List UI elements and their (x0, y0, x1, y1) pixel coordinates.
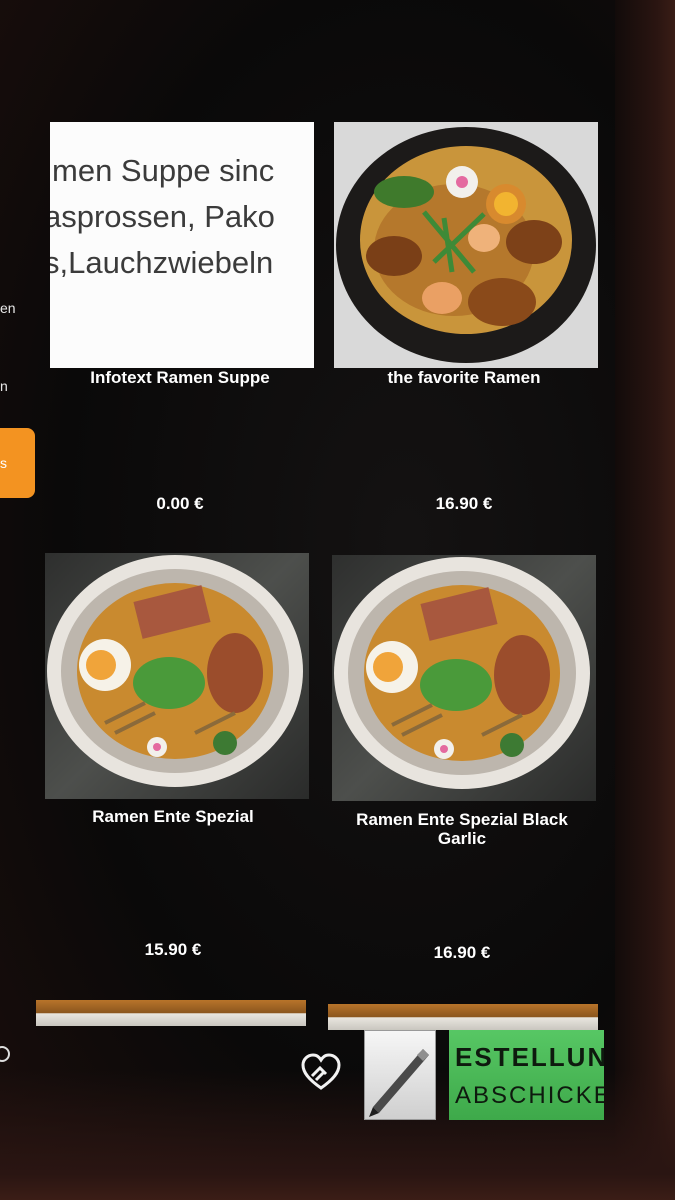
product-price: 15.90 € (144, 940, 202, 959)
sidebar-item-active[interactable]: s (0, 428, 35, 498)
info-text-line: men Suppe sinc (52, 153, 275, 188)
sidebar-item-label: s (0, 455, 7, 471)
product-name[interactable]: Ramen Ente Spezial (41, 807, 305, 826)
order-button-line1: ESTELLUNG (455, 1042, 604, 1072)
ramen-bowl-image (47, 555, 303, 787)
product-image-next-row[interactable] (328, 1004, 598, 1030)
pen-icon (369, 1049, 429, 1117)
product-image-ramen-ente-black-garlic[interactable] (332, 555, 596, 801)
device-bezel (615, 0, 675, 1200)
product-image-ramen-ente[interactable] (45, 553, 309, 799)
ramen-bowl-image (334, 122, 598, 368)
sidebar-item-2[interactable]: n (0, 378, 8, 394)
product-name[interactable]: the favorite Ramen (332, 368, 596, 387)
submit-order-button[interactable]: ESTELLUNG ABSCHICKEN (449, 1030, 604, 1120)
product-name[interactable]: Ramen Ente Spezial Black Garlic (330, 810, 594, 848)
sidebar-item-1[interactable]: en (0, 300, 16, 316)
product-price: 16.90 € (433, 943, 491, 962)
product-image-infotext[interactable]: men Suppe sinc asprossen, Pako s,Lauchzw… (50, 122, 314, 368)
favorite-button[interactable] (300, 1052, 342, 1094)
product-image-favorite-ramen[interactable] (334, 122, 598, 368)
product-price: 0.00 € (156, 494, 204, 513)
product-name[interactable]: Infotext Ramen Suppe (48, 368, 312, 387)
info-text-line: s,Lauchzwiebeln (50, 245, 274, 280)
order-button-line2: ABSCHICKEN (455, 1082, 604, 1109)
edit-order-button[interactable] (364, 1030, 436, 1120)
ramen-bowl-image (334, 557, 590, 789)
heart-hand-icon (301, 1053, 341, 1090)
info-text-line: asprossen, Pako (50, 199, 275, 234)
product-image-next-row[interactable] (36, 1000, 306, 1026)
product-price: 16.90 € (435, 494, 493, 513)
